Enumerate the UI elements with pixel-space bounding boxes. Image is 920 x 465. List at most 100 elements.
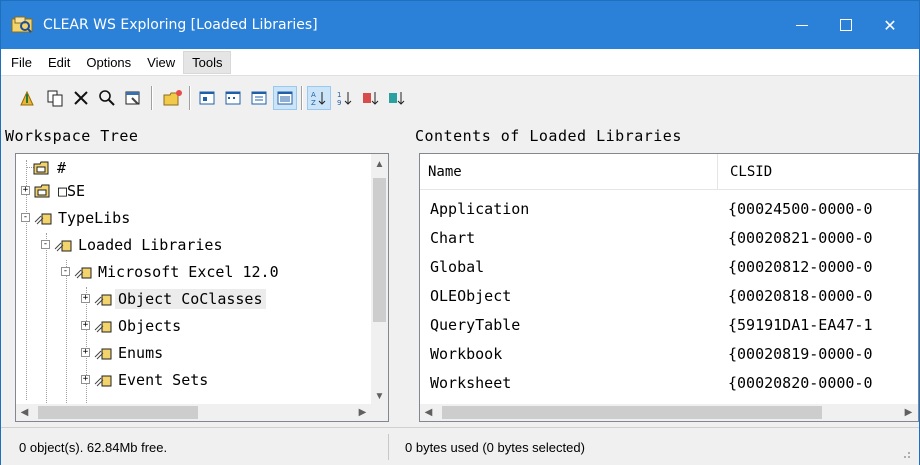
contents-header: Contents of Loaded Libraries	[411, 121, 919, 151]
large-icons-button[interactable]	[195, 86, 219, 110]
menu-tools[interactable]: Tools	[183, 50, 232, 74]
list-horizontal-scrollbar[interactable]: ◀ ▶	[420, 404, 918, 421]
list-row[interactable]: Workbook {00020819-0000-0	[420, 339, 918, 368]
status-bytes-used: 0 bytes used (0 bytes selected)	[405, 439, 585, 455]
row-name: Global	[430, 257, 485, 276]
menu-view[interactable]: View	[139, 52, 183, 73]
tree-node-enums[interactable]: + Enums	[81, 339, 166, 366]
scroll-up-icon[interactable]: ▲	[371, 154, 388, 174]
list-row[interactable]: Global {00020812-0000-0	[420, 252, 918, 281]
typelib-icon	[74, 267, 92, 278]
expand-icon[interactable]: +	[81, 375, 90, 384]
sort-az-icon: AZ	[311, 91, 326, 107]
delete-button[interactable]	[69, 86, 93, 110]
expand-icon[interactable]: +	[81, 348, 90, 357]
scroll-left-icon[interactable]: ◀	[420, 404, 437, 421]
typelib-icon	[94, 348, 112, 359]
title-bar[interactable]: CLEAR WS Exploring [Loaded Libraries] ✕	[1, 1, 919, 49]
sort-by-type-button[interactable]	[359, 86, 383, 110]
small-icons-view-icon	[225, 91, 241, 105]
app-icon	[11, 16, 33, 33]
tree-node-loaded-libraries[interactable]: - Loaded Libraries	[41, 231, 226, 258]
resize-grip-icon[interactable]	[901, 449, 911, 459]
tree-node-label: Enums	[118, 343, 164, 362]
copy-icon	[47, 90, 63, 107]
menu-file[interactable]: File	[3, 52, 40, 73]
go-up-button[interactable]	[15, 86, 39, 110]
new-folder-button[interactable]	[161, 86, 185, 110]
toolbar: AZ 19	[1, 75, 919, 119]
scroll-thumb[interactable]	[373, 178, 386, 322]
status-free-memory: 0 object(s). 62.84Mb free.	[11, 434, 389, 460]
tree-node-typelibs[interactable]: - TypeLibs	[21, 204, 133, 231]
tree-node-se[interactable]: + □SE	[21, 177, 88, 204]
small-icons-button[interactable]	[221, 86, 245, 110]
close-icon: ✕	[883, 15, 897, 35]
scroll-thumb[interactable]	[442, 406, 822, 419]
collapse-icon[interactable]: -	[21, 213, 30, 222]
typelib-icon	[94, 375, 112, 386]
menu-edit[interactable]: Edit	[40, 52, 78, 73]
row-clsid: {00020821-0000-0	[728, 228, 873, 247]
details-view-icon	[277, 91, 293, 105]
tree-node-label: TypeLibs	[58, 208, 131, 227]
tree-node-label: □SE	[58, 181, 86, 200]
row-name: Application	[430, 199, 530, 218]
large-icons-view-icon	[199, 91, 215, 105]
sort-by-number-button[interactable]: 19	[333, 86, 357, 110]
contents-list[interactable]: Name CLSID Application {00024500-0000-0 …	[419, 153, 919, 422]
list-row[interactable]: Chart {00020821-0000-0	[420, 223, 918, 252]
typelib-icon	[94, 294, 112, 305]
row-name: Chart	[430, 228, 476, 247]
list-row[interactable]: OLEObject {00020818-0000-0	[420, 281, 918, 310]
expand-icon[interactable]: +	[81, 321, 90, 330]
menu-options[interactable]: Options	[78, 52, 139, 73]
list-view-icon	[251, 91, 267, 105]
close-button[interactable]: ✕	[863, 1, 917, 49]
row-name: QueryTable	[430, 315, 521, 334]
scroll-left-icon[interactable]: ◀	[16, 404, 33, 421]
tree-node-label: Objects	[118, 316, 182, 335]
expand-icon[interactable]: +	[21, 186, 30, 195]
row-clsid: {00020812-0000-0	[728, 257, 873, 276]
row-clsid: {59191DA1-EA47-1	[728, 315, 873, 334]
tree-node-label: #	[57, 158, 67, 177]
row-clsid: {00020818-0000-0	[728, 286, 873, 305]
svg-text:Z: Z	[311, 99, 316, 107]
svg-text:A: A	[311, 91, 316, 99]
row-clsid: {00024500-0000-0	[728, 199, 873, 218]
scroll-right-icon[interactable]: ▶	[900, 404, 917, 421]
tree-node-object-coclasses[interactable]: + Object CoClasses	[81, 285, 266, 312]
minimize-icon	[796, 24, 808, 26]
sort-by-name-button[interactable]: AZ	[307, 86, 331, 110]
expand-icon[interactable]: +	[81, 294, 90, 303]
list-row[interactable]: QueryTable {59191DA1-EA47-1	[420, 310, 918, 339]
find-button[interactable]	[95, 86, 119, 110]
maximize-icon	[840, 19, 852, 31]
collapse-icon[interactable]: -	[41, 240, 50, 249]
tree-node-label: Loaded Libraries	[78, 235, 223, 254]
list-row[interactable]: Application {00024500-0000-0	[420, 194, 918, 223]
list-view-button[interactable]	[247, 86, 271, 110]
scroll-right-icon[interactable]: ▶	[354, 404, 371, 421]
tree-horizontal-scrollbar[interactable]: ◀ ▶	[16, 404, 388, 421]
column-header-clsid[interactable]: CLSID	[718, 154, 918, 190]
list-row[interactable]: Worksheet {00020820-0000-0	[420, 368, 918, 397]
tree-node-event-sets[interactable]: + Event Sets	[81, 366, 211, 393]
details-view-button[interactable]	[273, 86, 297, 110]
properties-icon	[125, 91, 140, 105]
svg-text:9: 9	[337, 99, 341, 107]
tree-node-objects[interactable]: + Objects	[81, 312, 184, 339]
collapse-icon[interactable]: -	[61, 267, 70, 276]
column-header-name[interactable]: Name	[420, 154, 718, 190]
sort-numeric-icon: 19	[337, 91, 352, 107]
scroll-thumb[interactable]	[38, 406, 198, 419]
scroll-down-icon[interactable]: ▼	[371, 386, 388, 406]
sort-by-size-button[interactable]	[385, 86, 409, 110]
tree-node-excel-library[interactable]: - Microsoft Excel 12.0	[61, 258, 282, 285]
properties-button[interactable]	[121, 86, 145, 110]
tree-vertical-scrollbar[interactable]: ▲ ▼	[371, 154, 388, 406]
workspace-tree[interactable]: # + □SE - TypeLibs - Loaded Libraries - …	[15, 153, 389, 422]
tree-node-label: Microsoft Excel 12.0	[98, 262, 279, 281]
copy-button[interactable]	[43, 86, 67, 110]
